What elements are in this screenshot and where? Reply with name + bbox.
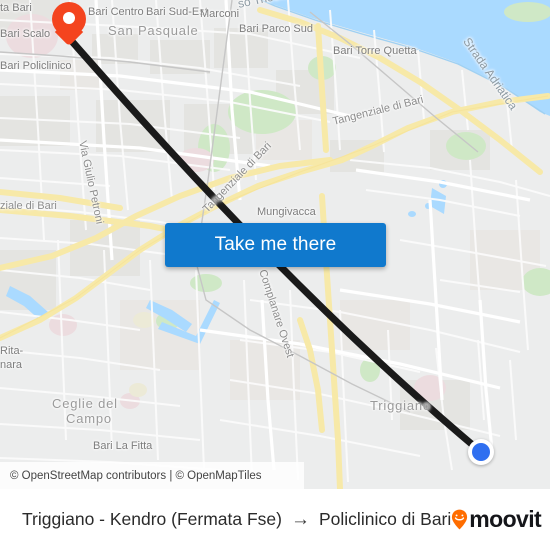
route-destination-label: Policlinico di Bari — [319, 509, 452, 529]
footer-inner: Triggiano - Kendro (Fermata Fse) → Polic… — [0, 506, 550, 533]
moovit-pin-icon — [451, 509, 468, 530]
destination-dot-inner — [472, 443, 490, 461]
arrow-right-icon: → — [291, 509, 310, 530]
route-origin-label: Triggiano - Kendro (Fermata Fse) — [22, 509, 282, 529]
pin-hole — [63, 12, 75, 24]
map-attribution-text[interactable]: © OpenStreetMap contributors | © OpenMap… — [0, 470, 262, 482]
take-me-there-button[interactable]: Take me there — [165, 223, 386, 267]
moovit-wordmark: moovit — [469, 506, 542, 532]
take-me-there-label: Take me there — [214, 234, 337, 255]
trip-footer: Triggiano - Kendro (Fermata Fse) → Polic… — [0, 489, 550, 550]
moovit-logo[interactable]: moovit — [451, 506, 542, 533]
route-title: Triggiano - Kendro (Fermata Fse) → Polic… — [22, 509, 451, 530]
origin-map-pin[interactable] — [52, 2, 86, 47]
destination-map-dot[interactable] — [468, 439, 494, 465]
trip-map-page: ta Bari Bari Scalo Bari Policlinico Bari Ce… — [0, 0, 550, 550]
map-attribution: © OpenStreetMap contributors | © OpenMap… — [0, 462, 304, 489]
map-viewport[interactable]: ta Bari Bari Scalo Bari Policlinico Bari Ce… — [0, 0, 550, 489]
